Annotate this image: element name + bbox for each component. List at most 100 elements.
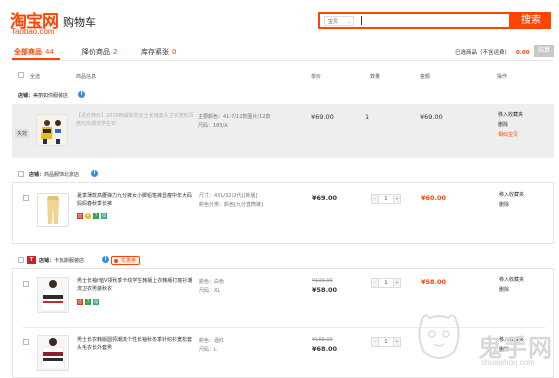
item-checkbox[interactable]	[23, 195, 29, 201]
tab-price-drop-label: 降价商品	[82, 48, 110, 56]
action-group: 移入收藏夹 删除 相似宝贝	[498, 110, 523, 140]
move-to-favorites-link[interactable]: 移入收藏夹	[499, 190, 524, 200]
original-price: ¥168.00	[312, 337, 333, 343]
info-icon[interactable]: i	[91, 170, 98, 177]
tab-low-stock[interactable]: 库存紧张 0	[141, 47, 176, 57]
delete-link[interactable]: 删除	[499, 200, 524, 210]
shop-name[interactable]: 美丽如你服装店	[33, 93, 68, 99]
product-prop-2: 颜色分类：颜色[九分直筒裤]	[199, 202, 263, 208]
col-item-info: 商品信息	[76, 74, 97, 80]
action-group: 移入收藏夹 删除	[499, 190, 524, 210]
tab-low-stock-label: 库存紧张	[141, 48, 169, 56]
increase-button[interactable]: +	[394, 279, 400, 287]
quantity-stepper[interactable]: - 1 +	[371, 337, 401, 347]
shop-label: 店铺：	[39, 258, 55, 264]
original-price: ¥199.00	[312, 278, 333, 284]
search-scope-select[interactable]: 宝贝 ⌄	[324, 16, 354, 26]
delete-link[interactable]: 删除	[499, 285, 524, 295]
search-input[interactable]	[361, 16, 362, 25]
shop-name[interactable]: 卡瓦斯服装店	[54, 258, 84, 264]
item-amount: ¥69.00	[420, 113, 443, 121]
quantity-input[interactable]: 1	[378, 279, 394, 287]
tmall-shop-icon: T	[27, 256, 36, 264]
cart-item: 夏季薄款高腰弹力九分裤女小脚铅笔裤显瘦中年大码妈妈春秋季长裤 信 ¥ 7 保 尺…	[12, 182, 554, 244]
seven-day-icon: 7	[93, 213, 99, 219]
info-icon[interactable]: i	[78, 91, 85, 98]
unit-price: ¥58.00	[312, 286, 338, 294]
shop-name[interactable]: 商品服饰北京店	[44, 172, 79, 178]
product-thumbnail[interactable]	[37, 277, 69, 313]
product-props[interactable]: 颜色：酒红 尺码：L	[199, 337, 303, 355]
search-box[interactable]: 宝贝 ⌄	[318, 12, 511, 29]
service-icons: 信 ¥ 7 保	[77, 213, 107, 219]
product-prop-2: 尺码：185/A	[198, 123, 228, 129]
coin-icon: ¥	[85, 213, 91, 219]
invalid-badge: 失效	[15, 129, 30, 138]
quantity-input[interactable]: 1	[378, 195, 394, 203]
watermark-url: shuaishou.com	[481, 358, 535, 367]
info-icon[interactable]: i	[102, 256, 109, 263]
search-button[interactable]: 搜索	[511, 12, 551, 29]
seven-day-icon: 7	[85, 299, 91, 305]
product-prop-1: 主要颜色：41-7/12款图片/12款	[198, 114, 271, 120]
selected-amount: 0.00	[516, 50, 530, 56]
col-quantity: 数量	[370, 74, 381, 80]
col-amount: 金额	[420, 74, 431, 80]
quantity-stepper[interactable]: - 1 +	[371, 278, 401, 288]
shop-label: 店铺：	[29, 172, 45, 178]
similar-items-link[interactable]: 相似宝贝	[498, 130, 523, 140]
tab-low-stock-count: 0	[172, 48, 177, 56]
product-prop-2: 尺码：L	[199, 347, 217, 353]
move-to-favorites-link[interactable]: 移入收藏夹	[498, 110, 523, 120]
page-title: 购物车	[63, 16, 96, 29]
delete-link[interactable]: 删除	[498, 120, 523, 130]
product-thumbnail[interactable]	[37, 335, 69, 371]
tab-all-count: 44	[45, 48, 54, 56]
selected-summary: 已选商品（不含运费） 0.00	[455, 48, 530, 56]
unit-price: ¥69.00	[312, 194, 338, 202]
watermark-mascot-icon	[418, 314, 460, 359]
move-to-favorites-link[interactable]: 移入收藏夹	[499, 275, 524, 285]
chevron-down-icon: ⌄	[346, 19, 351, 25]
action-group: 移入收藏夹 删除	[499, 275, 524, 295]
quantity-stepper[interactable]: - 1 +	[371, 194, 401, 204]
selected-summary-label: 已选商品（不含运费）	[455, 50, 511, 56]
item-checkbox[interactable]	[23, 339, 29, 345]
col-action: 操作	[497, 74, 508, 80]
product-props[interactable]: 尺寸：4XL/32(2代)[新版] 颜色分类：颜色[九分直筒裤]	[199, 192, 303, 210]
increase-button[interactable]: +	[394, 195, 400, 203]
product-props[interactable]: 颜色：白色 尺码：XL	[199, 278, 303, 296]
item-checkbox[interactable]	[23, 281, 29, 287]
unit-price: ¥69.00	[311, 113, 334, 121]
product-title[interactable]: 【清仓特价】2018韩版新款女士长袖套头卫衣宽松百搭时尚潮流学生衣	[76, 113, 198, 128]
product-title[interactable]: 男士长衣韩版圆领潮流个性长袖秋冬季针织衫宽松套头毛衣长外套男	[77, 337, 195, 352]
shop-header: 店铺：美丽如你服装店	[18, 92, 68, 99]
tab-all-items[interactable]: 全部商品 44	[14, 47, 54, 57]
settle-button[interactable]: 结算	[534, 45, 554, 57]
coupon-button[interactable]: 优惠券	[111, 256, 141, 265]
col-unit-price: 单价	[311, 74, 322, 80]
select-all-checkbox[interactable]	[18, 72, 24, 78]
increase-button[interactable]: +	[394, 338, 400, 346]
product-title[interactable]: 夏季薄款高腰弹力九分裤女小脚铅笔裤显瘦中年大码妈妈春秋季长裤	[77, 193, 195, 208]
product-title[interactable]: 男士长袖t恤V领秋季卡纹学生韩版上衣韩版打底衫潮流卫衣男装秋衣	[77, 278, 195, 293]
taobao-logo-en: Taobao.com	[11, 27, 55, 36]
product-thumbnail[interactable]	[37, 193, 69, 227]
item-amount: ¥58.00	[421, 278, 447, 286]
cart-item-group: 男士长袖t恤V领秋季卡纹学生韩版上衣韩版打底衫潮流卫衣男装秋衣 信 7 保 颜色…	[12, 268, 554, 378]
shop-checkbox[interactable]	[18, 171, 24, 177]
coupon-label: 优惠券	[121, 258, 137, 264]
col-select-all: 全选	[30, 74, 41, 80]
quantity-input[interactable]: 1	[378, 338, 394, 346]
guarantee-icon: 保	[101, 213, 107, 219]
unit-price: ¥68.00	[312, 345, 338, 353]
item-amount: ¥60.00	[421, 194, 447, 202]
product-prop-1: 颜色：白色	[199, 279, 225, 285]
credit-icon: 信	[77, 299, 83, 305]
tab-divider	[12, 60, 553, 61]
shop-checkbox[interactable]	[18, 257, 24, 263]
product-prop-1: 颜色：酒红	[199, 338, 225, 344]
shop-header: 店铺：商品服饰北京店	[29, 171, 79, 178]
tab-price-drop[interactable]: 降价商品 2	[82, 47, 117, 57]
product-thumbnail[interactable]	[36, 114, 68, 146]
